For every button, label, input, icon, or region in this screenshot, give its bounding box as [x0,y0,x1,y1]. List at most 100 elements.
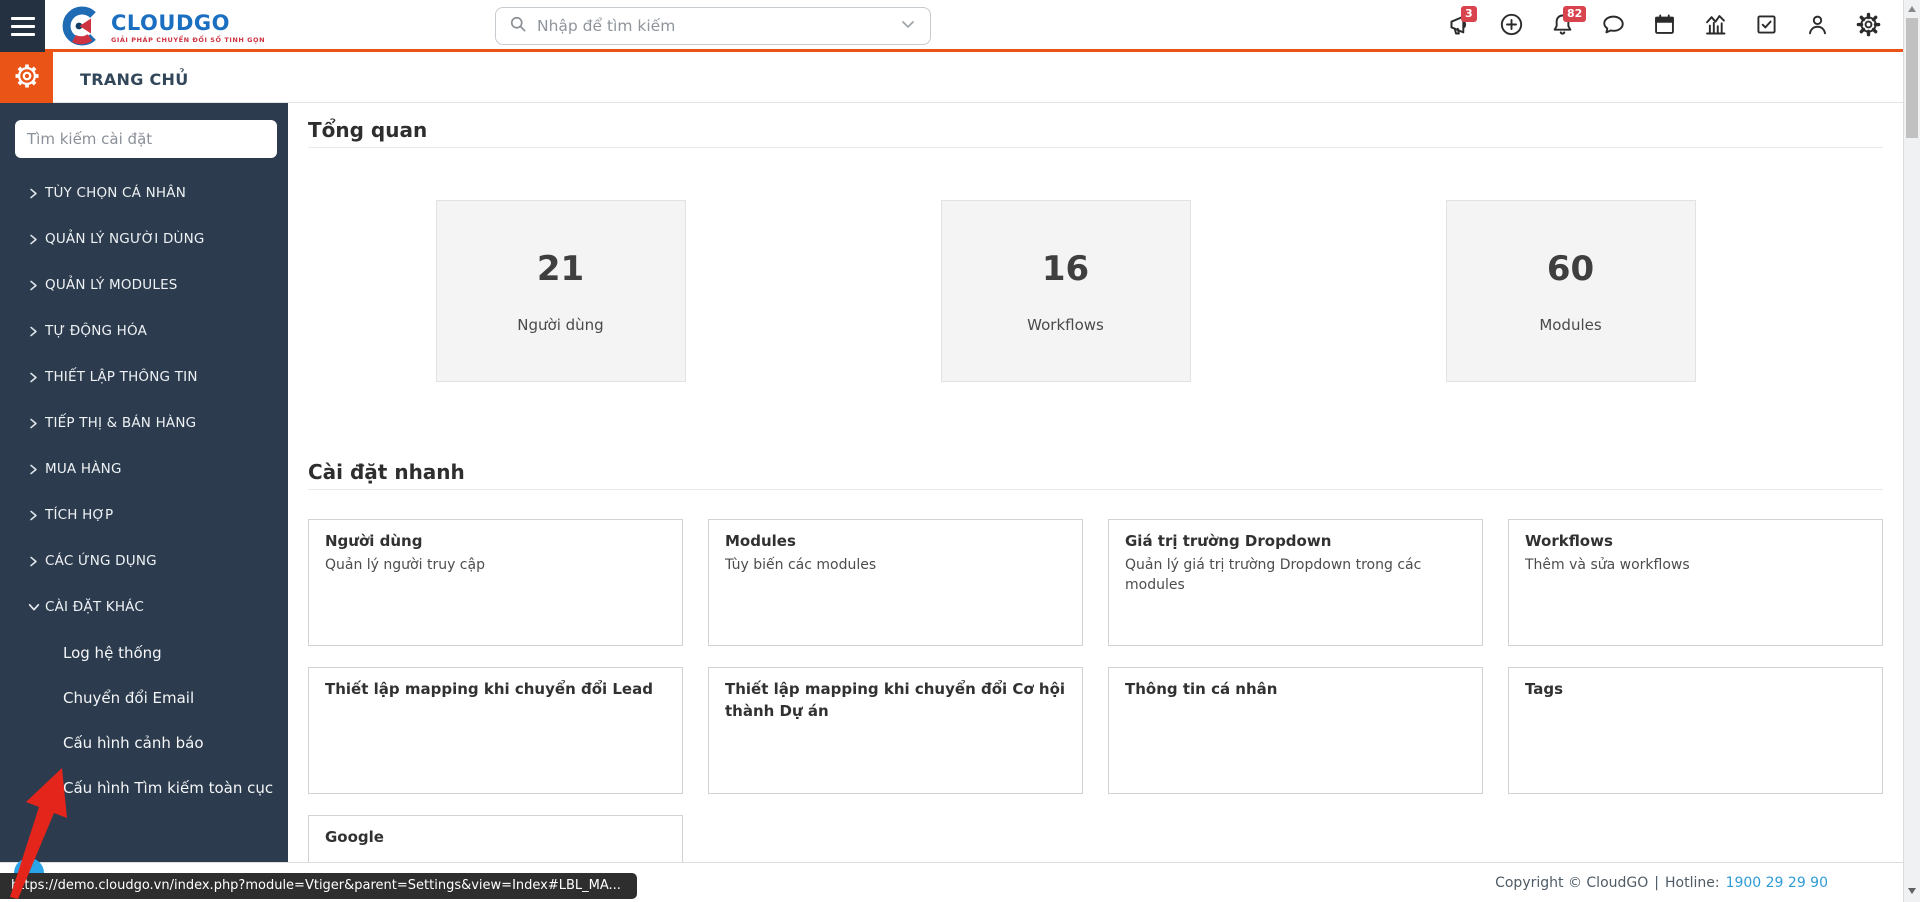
quick-card-desc: Quản lý giá trị trường Dropdown trong cá… [1125,555,1466,596]
cloudgo-logo[interactable]: CLOUDGO GIẢI PHÁP CHUYỂN ĐỔI SỐ TINH GỌN [62,6,265,50]
search-icon [508,14,528,38]
global-search-input[interactable] [537,17,898,35]
add-button[interactable] [1497,12,1525,40]
logo-tagline: GIẢI PHÁP CHUYỂN ĐỔI SỐ TINH GỌN [111,36,265,44]
quick-card-title: Google [325,827,666,849]
quick-setting-card[interactable]: Tags [1508,667,1883,794]
quick-setting-card[interactable]: Thiết lập mapping khi chuyển đổi Cơ hội … [708,667,1083,794]
logo-name: CLOUDGO [111,12,265,35]
quick-settings-section-title: Cài đặt nhanh [308,458,1883,486]
overview-section-title: Tổng quan [308,116,1883,144]
stat-label: Workflows [1027,316,1104,334]
sidebar-subitem[interactable]: Log hệ thống [0,630,288,675]
stat-label: Người dùng [517,316,603,334]
quick-card-title: Workflows [1525,531,1866,553]
overview-stats: 21 Người dùng 16 Workflows 60 Modules [308,200,1883,382]
quick-setting-card[interactable]: Người dùng Quản lý người truy cập [308,519,683,646]
settings-icon [1855,11,1882,42]
stat-card: 60 Modules [1446,200,1696,382]
chevron-right-icon [27,417,45,430]
scrollbar-down-arrow[interactable] [1908,888,1916,894]
announcement-button[interactable]: 3 [1446,12,1474,40]
scrollbar-up-arrow[interactable] [1908,6,1916,12]
quick-setting-card[interactable]: Modules Tùy biến các modules [708,519,1083,646]
sidebar-item-thi-t-l-p-th-ng-tin[interactable]: THIẾT LẬP THÔNG TIN [0,354,288,400]
quick-setting-card[interactable]: Google [308,815,683,862]
notification-badge: 82 [1563,6,1586,22]
sidebar-subitem[interactable]: Chuyển đổi Email [0,675,288,720]
quick-card-title: Thiết lập mapping khi chuyển đổi Cơ hội … [725,679,1066,723]
chevron-right-icon [27,279,45,292]
page-scrollbar [1903,0,1920,902]
settings-module-box[interactable] [0,52,53,103]
profile-icon [1804,11,1831,42]
footer-separator: | [1654,875,1659,891]
chat-icon [1600,11,1627,42]
chevron-right-icon [27,509,45,522]
settings-button[interactable] [1854,12,1882,40]
notifications-button[interactable]: 82 [1548,12,1576,40]
quick-card-title: Thiết lập mapping khi chuyển đổi Lead [325,679,666,701]
quick-card-title: Tags [1525,679,1866,701]
chevron-right-icon [27,187,45,200]
sidebar-item-t-y-ch-n-c-nh-n[interactable]: TÙY CHỌN CÁ NHÂN [0,170,288,216]
chat-button[interactable] [1599,12,1627,40]
link-status-tooltip: https://demo.cloudgo.vn/index.php?module… [0,873,637,899]
stat-value: 60 [1547,249,1594,289]
sidebar-item-qu-n-l-modules[interactable]: QUẢN LÝ MODULES [0,262,288,308]
module-bar: TRANG CHỦ [0,55,1920,103]
profile-button[interactable] [1803,12,1831,40]
gear-icon [12,61,42,95]
chevron-right-icon [27,371,45,384]
page-title: TRANG CHỦ [80,55,189,103]
calendar-button[interactable] [1650,12,1678,40]
copyright-text: Copyright © CloudGO [1495,875,1648,891]
quick-card-title: Giá trị trường Dropdown [1125,531,1466,553]
chevron-right-icon [27,325,45,338]
stat-label: Modules [1539,316,1601,334]
main-content: Tổng quan 21 Người dùng 16 Workflows 60 … [288,103,1903,862]
sidebar-item-c-i-t-kh-c[interactable]: CÀI ĐẶT KHÁC [0,584,288,630]
global-search [495,7,931,45]
sidebar-search [15,120,277,158]
sidebar-subitem[interactable]: Cấu hình cảnh báo [0,720,288,765]
stat-card: 21 Người dùng [436,200,686,382]
divider [308,147,1883,148]
scrollbar-thumb[interactable] [1906,18,1918,138]
sidebar-subitem[interactable]: Cấu hình Tìm kiếm toàn cục [0,765,288,810]
analytics-icon [1702,11,1729,42]
add-icon [1498,11,1525,42]
cloudgo-logo-icon [62,6,102,50]
quick-setting-card[interactable]: Giá trị trường Dropdown Quản lý giá trị … [1108,519,1483,646]
top-icon-bar: 3 82 [1446,0,1882,52]
sidebar-item-mua-h-ng[interactable]: MUA HÀNG [0,446,288,492]
chevron-down-icon [27,600,45,614]
sidebar-item-ti-p-th-b-n-h-ng[interactable]: TIẾP THỊ & BÁN HÀNG [0,400,288,446]
quick-setting-card[interactable]: Workflows Thêm và sửa workflows [1508,519,1883,646]
quick-settings-grid: Người dùng Quản lý người truy cập Module… [308,519,1883,862]
sidebar-item-qu-n-l-ng-i-d-ng[interactable]: QUẢN LÝ NGƯỜI DÙNG [0,216,288,262]
stat-value: 21 [537,249,584,289]
divider [308,489,1883,490]
tasks-button[interactable] [1752,12,1780,40]
sidebar-item-t-ng-h-a[interactable]: TỰ ĐỘNG HÓA [0,308,288,354]
quick-setting-card[interactable]: Thông tin cá nhân [1108,667,1483,794]
quick-card-title: Thông tin cá nhân [1125,679,1466,701]
quick-card-desc: Quản lý người truy cập [325,555,666,575]
tasks-icon [1753,11,1780,42]
sidebar-item-t-ch-h-p[interactable]: TÍCH HỢP [0,492,288,538]
sidebar-menu: TÙY CHỌN CÁ NHÂN QUẢN LÝ NGƯỜI DÙNG QUẢN… [0,170,288,810]
hamburger-menu-button[interactable] [0,0,45,52]
quick-card-desc: Thêm và sửa workflows [1525,555,1866,575]
stat-card: 16 Workflows [941,200,1191,382]
hotline-number[interactable]: 1900 29 29 90 [1726,875,1828,891]
chevron-down-icon[interactable] [898,14,918,38]
sidebar-item-c-c-ng-d-ng[interactable]: CÁC ỨNG DỤNG [0,538,288,584]
top-bar: CLOUDGO GIẢI PHÁP CHUYỂN ĐỔI SỐ TINH GỌN… [0,0,1920,52]
quick-card-desc: Tùy biến các modules [725,555,1066,575]
sidebar-search-input[interactable] [15,120,277,158]
quick-card-title: Người dùng [325,531,666,553]
calendar-icon [1651,11,1678,42]
analytics-button[interactable] [1701,12,1729,40]
quick-setting-card[interactable]: Thiết lập mapping khi chuyển đổi Lead [308,667,683,794]
